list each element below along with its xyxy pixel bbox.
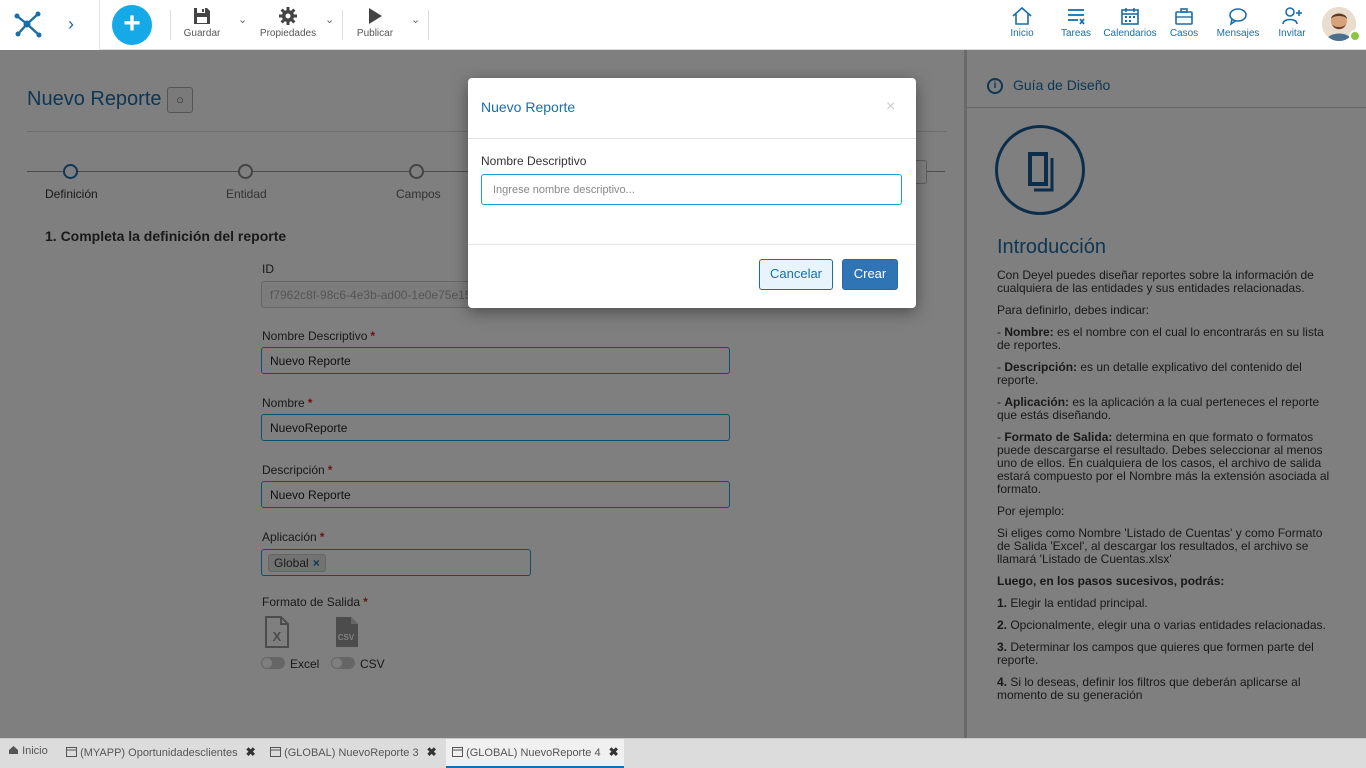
cancel-button[interactable]: Cancelar [759,259,833,290]
form-icon [452,747,463,757]
tab-label: Inicio [22,745,48,757]
tab-nuevoreporte-3[interactable]: (GLOBAL) NuevoReporte 3 ✖ [270,739,440,768]
online-status-indicator [1349,30,1361,42]
close-tab-icon[interactable]: ✖ [246,745,256,759]
nav-invite-label: Invitar [1278,28,1306,39]
nav-home-label: Inicio [1010,28,1034,39]
dialog-title: Nuevo Reporte [481,99,576,115]
dialog-header-divider [468,138,916,139]
toolbar-divider [428,10,429,40]
gear-icon [258,6,318,28]
app-logo-area: › [0,0,100,50]
nav-cases-label: Casos [1169,28,1199,39]
play-icon [352,6,398,28]
chat-bubble-icon [1216,6,1260,28]
publish-label: Publicar [356,28,394,39]
nav-tasks-label: Tareas [1060,28,1091,39]
form-icon [270,747,281,757]
toolbar-divider [170,10,171,40]
tab-oportunidades[interactable]: (MYAPP) Oportunidadesclientes ✖ [66,739,258,768]
publish-options-caret-icon[interactable]: ⌄ [411,13,420,26]
save-button[interactable]: Guardar [180,6,224,44]
open-tabs-bar: Inicio (MYAPP) Oportunidadesclientes ✖ (G… [0,738,1366,768]
add-new-button[interactable]: + [112,5,152,45]
nav-tasks[interactable]: Tareas [1058,6,1094,44]
tab-label: (MYAPP) Oportunidadesclientes [80,747,238,759]
close-icon[interactable]: × [886,98,895,116]
toolbar-divider [342,10,343,40]
properties-options-caret-icon[interactable]: ⌄ [325,13,334,26]
tasks-icon [1058,6,1094,28]
tab-home[interactable]: Inicio [8,739,56,768]
save-label: Guardar [183,28,221,39]
tab-label: (GLOBAL) NuevoReporte 3 [284,747,419,759]
calendar-icon [1103,6,1157,28]
nav-calendars-label: Calendarios [1103,28,1157,39]
close-tab-icon[interactable]: ✖ [609,745,619,759]
nav-messages[interactable]: Mensajes [1216,6,1260,44]
nav-messages-label: Mensajes [1216,28,1260,39]
save-icon [180,6,224,28]
tab-nuevoreporte-4[interactable]: (GLOBAL) NuevoReporte 4 ✖ [446,739,624,768]
new-report-dialog: Nuevo Reporte × Nombre Descriptivo Cance… [468,78,916,308]
form-icon [66,747,77,757]
briefcase-icon [1168,6,1200,28]
nav-calendars[interactable]: Calendarios [1103,6,1157,44]
dialog-footer-divider [468,244,916,245]
top-toolbar: › + Guardar ⌄ Propiedades ⌄ Publicar ⌄ I… [0,0,1366,50]
nav-home[interactable]: Inicio [1006,6,1038,44]
close-tab-icon[interactable]: ✖ [427,745,437,759]
expand-menu-chevron-icon[interactable]: › [68,14,74,35]
nav-invite[interactable]: Invitar [1277,6,1307,44]
home-icon [1006,6,1038,28]
tab-label: (GLOBAL) NuevoReporte 4 [466,747,601,759]
add-user-icon [1277,6,1307,28]
properties-label: Propiedades [259,28,317,39]
create-button[interactable]: Crear [842,259,898,290]
save-options-caret-icon[interactable]: ⌄ [238,13,247,26]
dialog-field-label: Nombre Descriptivo [481,154,587,168]
home-icon [9,746,18,754]
properties-button[interactable]: Propiedades [258,6,318,44]
publish-button[interactable]: Publicar [352,6,398,44]
nav-cases[interactable]: Casos [1168,6,1200,44]
descriptive-name-input[interactable] [481,174,902,205]
deyel-logo-icon[interactable] [12,10,44,40]
